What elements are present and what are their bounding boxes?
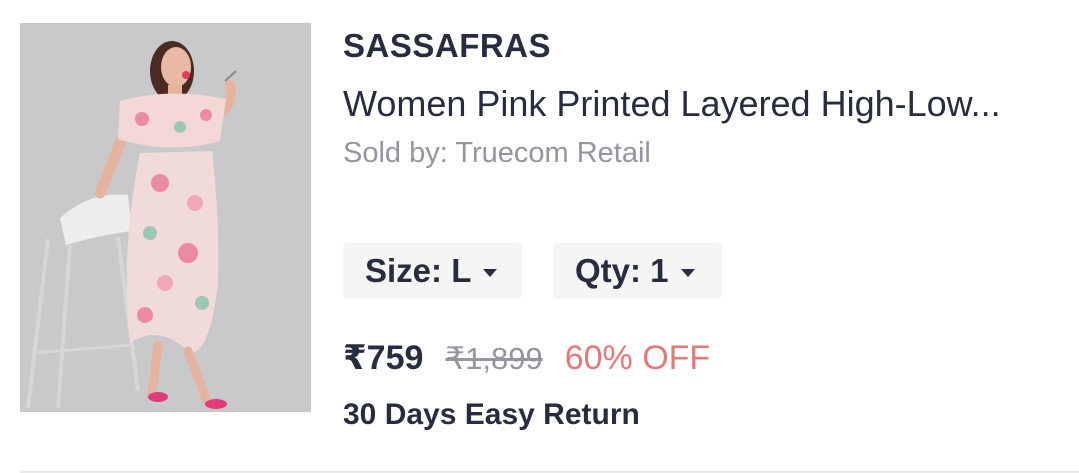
price-row: ₹759 ₹1,899 60% OFF	[343, 338, 710, 378]
product-image[interactable]	[20, 23, 311, 412]
bag-item-card: SASSAFRAS Women Pink Printed Layered Hig…	[0, 0, 1079, 473]
product-title[interactable]: Women Pink Printed Layered High-Low...	[343, 82, 1063, 126]
return-policy: 30 Days Easy Return	[343, 398, 640, 431]
brand-name[interactable]: SASSAFRAS	[343, 24, 1063, 68]
variant-selectors: Size: L Qty: 1	[343, 243, 722, 299]
discount-label: 60% OFF	[564, 339, 711, 377]
original-price: ₹1,899	[445, 341, 543, 376]
qty-label: Qty: 1	[575, 252, 669, 289]
selling-price: ₹759	[343, 339, 424, 377]
size-selector[interactable]: Size: L	[343, 243, 522, 299]
seller-name: Sold by: Truecom Retail	[343, 137, 651, 169]
quantity-selector[interactable]: Qty: 1	[553, 243, 722, 299]
chevron-down-icon	[483, 269, 498, 277]
size-label: Size: L	[365, 252, 472, 289]
chevron-down-icon	[680, 269, 695, 277]
product-info: SASSAFRAS Women Pink Printed Layered Hig…	[343, 24, 1063, 172]
